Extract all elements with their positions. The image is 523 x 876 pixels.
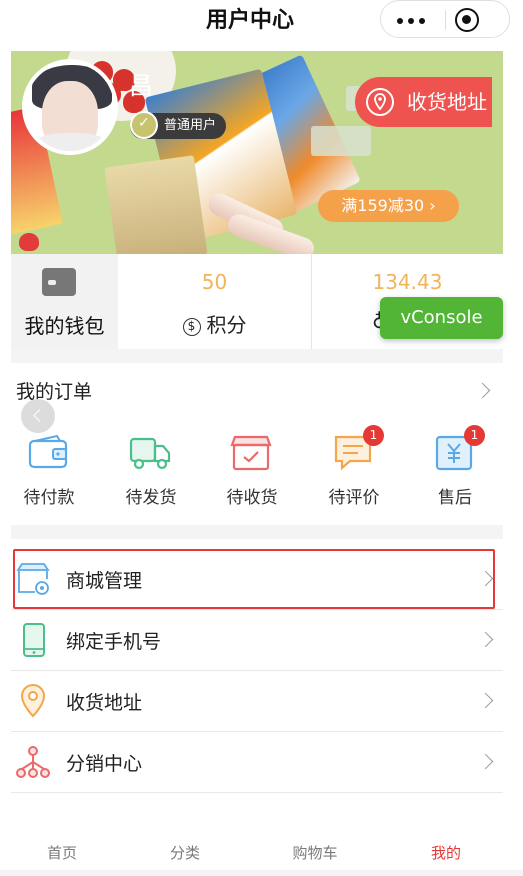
package-icon [230,435,272,471]
order-pending-review-label: 待评价 [328,488,380,508]
after-sales-count-badge: 1 [464,425,485,446]
chevron-right-icon[interactable] [474,382,491,399]
menu-bind-phone-label: 绑定手机号 [66,631,162,653]
wallet-icon [42,268,76,296]
order-pending-receipt-label: 待收货 [226,488,278,508]
points-entry[interactable]: 50 $ 积分 [118,254,311,349]
chevron-right-icon [477,753,494,770]
location-icon [20,683,46,718]
menu-bind-phone[interactable]: 绑定手机号 [11,610,503,670]
order-after-sales[interactable]: 售后 [415,433,495,513]
points-label-row: $ 积分 [118,309,311,338]
order-pending-payment[interactable]: 待付款 [9,433,89,513]
avatar[interactable] [22,59,118,155]
menu-shipping-address-label: 收货地址 [66,692,143,714]
orders-title: 我的订单 [16,381,93,403]
blurred-area [311,126,371,156]
section-gap [11,525,503,539]
order-pending-payment-label: 待付款 [23,488,75,508]
order-pending-shipment-label: 待发货 [125,488,177,508]
tab-category[interactable]: 分类 [135,842,235,863]
row-divider [11,792,503,793]
heart-decoration [19,233,39,251]
tab-cart[interactable]: 购物车 [265,842,365,863]
chevron-right-icon [477,631,494,648]
order-pending-receipt[interactable]: 待收货 [212,433,292,513]
user-name: 昌 [129,72,153,100]
section-gap [11,349,503,363]
network-icon [16,746,50,778]
wallet-entry[interactable]: 我的钱包 [11,254,118,349]
coin-icon: $ [182,318,201,336]
mini-program-capsule [380,0,510,38]
capsule-divider [445,10,446,30]
vconsole-button[interactable]: vConsole [380,297,503,339]
promo-coupon-button[interactable]: 满159减30 › [318,190,459,222]
tab-me[interactable]: 我的 [396,842,496,863]
snack-box-decoration [104,155,208,254]
location-pin-icon [366,88,394,116]
menu-distribution-center-label: 分销中心 [66,753,143,775]
bottom-strip [0,870,523,876]
wallet-icon [28,434,68,469]
review-count-badge: 1 [363,425,384,446]
points-label: 积分 [206,313,247,337]
order-pending-shipment[interactable]: 待发货 [111,433,191,513]
balance-value: 134.43 [372,270,443,294]
truck-icon [129,437,171,470]
phone-icon [23,623,45,657]
order-pending-review[interactable]: 待评价 [314,433,394,513]
wallet-label: 我的钱包 [24,314,105,338]
close-mini-program-icon[interactable] [455,8,479,32]
verified-badge-icon [130,111,158,139]
more-icon[interactable] [397,10,427,30]
back-arrow-icon[interactable] [21,399,55,433]
points-value: 50 [201,270,228,294]
order-after-sales-label: 售后 [438,488,472,508]
menu-shipping-address[interactable]: 收货地址 [11,671,503,731]
chevron-right-icon [477,692,494,709]
navigation-bar: 用户中心 [0,0,523,44]
highlight-box [13,549,495,609]
bottom-tab-bar: 首页 分类 购物车 我的 [11,834,503,870]
tab-home[interactable]: 首页 [12,842,112,863]
menu-distribution-center[interactable]: 分销中心 [11,732,503,792]
